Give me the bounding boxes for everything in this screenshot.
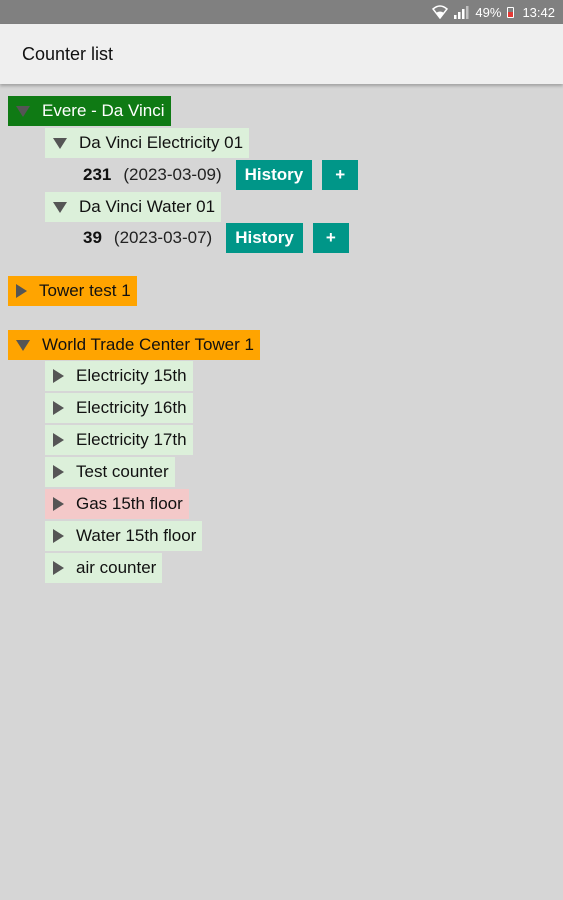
counter-label: Test counter <box>76 462 169 481</box>
page-title: Counter list <box>22 43 114 64</box>
counter-label: Da Vinci Water 01 <box>79 197 216 216</box>
app-bar: Counter list <box>0 24 563 84</box>
counter-label: Electricity 16th <box>76 398 187 417</box>
expand-arrow-icon <box>16 339 30 351</box>
wifi-icon <box>432 5 449 19</box>
history-button[interactable]: History <box>235 160 313 190</box>
counter-tree: Evere - Da Vinci Da Vinci Electricity 01… <box>0 84 563 900</box>
counter-label: air counter <box>76 558 157 577</box>
collapse-arrow-icon <box>53 369 64 383</box>
site-label: Tower test 1 <box>39 281 131 300</box>
counter-label: Water 15th floor <box>76 526 197 545</box>
collapse-arrow-icon <box>53 497 64 511</box>
reading-value: 39 <box>83 228 102 247</box>
counter-reading: 39 (2023-03-07) History + <box>83 223 359 253</box>
add-reading-button[interactable]: + <box>322 160 359 190</box>
counter-da-vinci-water-01[interactable]: Da Vinci Water 01 <box>45 192 222 222</box>
collapse-arrow-icon <box>53 465 64 479</box>
counter-test-counter[interactable]: Test counter <box>45 457 175 487</box>
collapse-arrow-icon <box>53 561 64 575</box>
collapse-arrow-icon <box>53 529 64 543</box>
reading-value: 231 <box>83 165 112 184</box>
counter-electricity-17th[interactable]: Electricity 17th <box>45 425 193 455</box>
expand-arrow-icon <box>53 137 67 149</box>
counter-gas-15th-floor[interactable]: Gas 15th floor <box>45 489 189 519</box>
counter-air-counter[interactable]: air counter <box>45 553 163 583</box>
expand-arrow-icon <box>53 201 67 213</box>
site-label: World Trade Center Tower 1 <box>42 335 254 354</box>
status-bar: 49% 13:42 <box>0 0 563 24</box>
reading-date: (2023-03-07) <box>113 228 213 247</box>
history-button[interactable]: History <box>226 223 303 253</box>
counter-reading: 231 (2023-03-09) History + <box>83 160 368 190</box>
counter-label: Electricity 15th <box>76 366 187 385</box>
counter-label: Da Vinci Electricity 01 <box>79 133 244 152</box>
counter-label: Gas 15th floor <box>76 494 183 513</box>
site-label: Evere - Da Vinci <box>42 101 165 120</box>
add-reading-button[interactable]: + <box>312 223 349 253</box>
collapse-arrow-icon <box>16 284 27 298</box>
collapse-arrow-icon <box>53 433 64 447</box>
collapse-arrow-icon <box>53 401 64 415</box>
clock: 13:42 <box>522 4 555 20</box>
counter-da-vinci-electricity-01[interactable]: Da Vinci Electricity 01 <box>45 128 250 158</box>
counter-electricity-15th[interactable]: Electricity 15th <box>45 361 193 391</box>
site-tower-test-1[interactable]: Tower test 1 <box>8 276 137 306</box>
counter-label: Electricity 17th <box>76 430 187 449</box>
site-world-trade-center-tower-1[interactable]: World Trade Center Tower 1 <box>8 330 260 360</box>
signal-icon <box>454 5 469 19</box>
expand-arrow-icon <box>16 105 30 117</box>
battery-percent: 49% <box>475 4 502 20</box>
reading-date: (2023-03-09) <box>123 165 222 184</box>
counter-water-15th-floor[interactable]: Water 15th floor <box>45 521 203 551</box>
counter-electricity-16th[interactable]: Electricity 16th <box>45 393 193 423</box>
battery-icon <box>507 6 515 18</box>
site-evere-da-vinci[interactable]: Evere - Da Vinci <box>8 96 171 126</box>
